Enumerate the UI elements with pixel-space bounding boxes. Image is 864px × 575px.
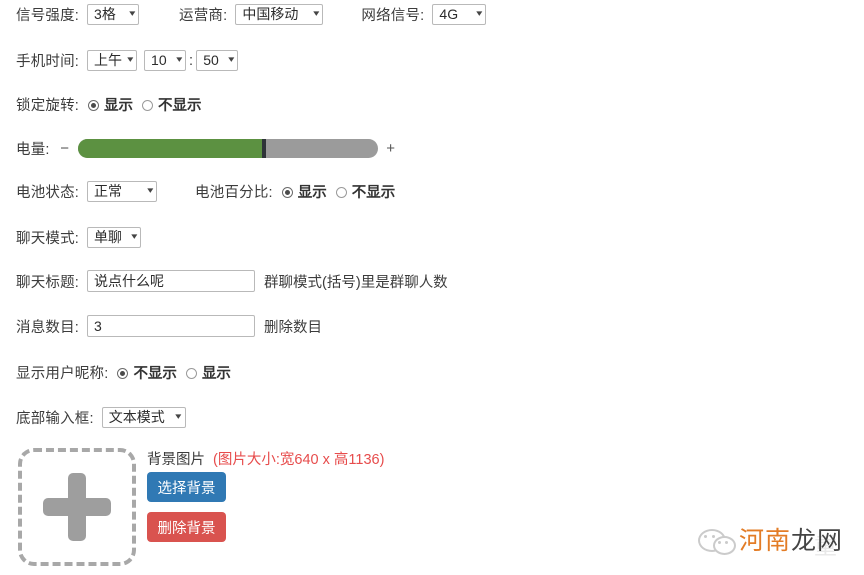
choose-background-button[interactable]: 选择背景 xyxy=(147,472,226,502)
bottom-input-label: 底部输入框: xyxy=(16,411,94,427)
time-ampm-select[interactable]: 上午 ▾ xyxy=(87,50,138,71)
time-hour-select[interactable]: 10 ▾ xyxy=(144,50,187,71)
signal-strength-select[interactable]: 3格 ▾ xyxy=(87,4,140,25)
carrier-label: 运营商: xyxy=(179,8,228,24)
bottom-input-select[interactable]: 文本模式 ▾ xyxy=(101,407,186,428)
chat-title-row: 聊天标题: 群聊模式(括号)里是群聊人数 xyxy=(16,270,448,292)
chevron-down-icon: ▾ xyxy=(128,8,135,18)
message-count-row: 消息数目: 删除数目 xyxy=(16,315,322,337)
show-nickname-show-radio[interactable] xyxy=(185,368,197,379)
time-separator: : xyxy=(189,52,194,69)
battery-level-row: 电量: − + xyxy=(16,138,398,159)
lock-rotation-show-radio[interactable] xyxy=(88,100,100,111)
lock-rotation-radio-group: 显示 不显示 xyxy=(88,94,202,115)
chevron-down-icon: ▾ xyxy=(313,8,320,18)
show-nickname-hide-radio[interactable] xyxy=(117,368,129,379)
wechat-dot xyxy=(718,541,721,544)
time-ampm-value: 上午 xyxy=(94,52,123,68)
show-nickname-row: 显示用户昵称: 不显示 显示 xyxy=(16,362,231,383)
chevron-down-icon: ▾ xyxy=(227,54,235,64)
show-nickname-show-label[interactable]: 显示 xyxy=(202,362,231,383)
wechat-bubble-small xyxy=(713,536,736,555)
battery-percent-show-label[interactable]: 显示 xyxy=(298,181,327,202)
network-signal-label: 网络信号: xyxy=(361,8,425,24)
phone-time-label: 手机时间: xyxy=(16,54,80,70)
battery-percent-label: 电池百分比: xyxy=(195,185,273,201)
plus-icon-vertical-bar xyxy=(68,473,86,541)
battery-state-row: 电池状态: 正常 ▾ 电池百分比: 显示 不显示 xyxy=(16,181,395,202)
chevron-down-icon: ▾ xyxy=(146,185,153,195)
chevron-down-icon: ▾ xyxy=(175,411,182,421)
chevron-down-icon: ▾ xyxy=(126,54,133,64)
battery-percent-radio-group: 显示 不显示 xyxy=(281,181,396,202)
chat-title-hint: 群聊模式(括号)里是群聊人数 xyxy=(264,274,448,291)
message-count-input[interactable] xyxy=(87,315,256,337)
wechat-dot xyxy=(704,535,707,538)
chat-mode-value: 单聊 xyxy=(94,229,123,245)
chat-title-input[interactable] xyxy=(87,270,256,292)
background-image-label-wrap: 背景图片 (图片大小:宽640 x 高1136) xyxy=(147,448,384,469)
watermark-brand-dark: 龙网 xyxy=(791,526,844,555)
background-size-hint: (图片大小:宽640 x 高1136) xyxy=(213,452,385,468)
chevron-down-icon: ▾ xyxy=(130,231,137,241)
show-nickname-radio-group: 不显示 显示 xyxy=(117,362,231,383)
signal-strength-value: 3格 xyxy=(94,6,116,22)
slider-thumb[interactable] xyxy=(261,139,266,158)
chevron-down-icon: ▾ xyxy=(476,8,483,18)
battery-level-slider[interactable] xyxy=(77,139,378,158)
signal-strength-label: 信号强度: xyxy=(16,8,80,24)
battery-decrease-icon[interactable]: − xyxy=(58,140,72,157)
battery-percent-hide-radio[interactable] xyxy=(335,187,347,198)
delete-background-button[interactable]: 删除背景 xyxy=(147,512,226,542)
lock-rotation-hide-radio[interactable] xyxy=(142,100,154,111)
battery-slider-wrap: − + xyxy=(58,139,398,158)
battery-level-label: 电量: xyxy=(16,142,50,158)
bottom-input-row: 底部输入框: 文本模式 ▾ xyxy=(16,407,186,428)
wechat-logo-icon xyxy=(697,524,739,558)
signal-row: 信号强度: 3格 ▾ 运营商: 中国移动 ▾ 网络信号: 4G ▾ xyxy=(16,4,487,25)
battery-percent-show-radio[interactable] xyxy=(281,187,293,198)
show-nickname-label: 显示用户昵称: xyxy=(16,366,109,382)
wechat-dot xyxy=(712,535,715,538)
show-nickname-hide-label[interactable]: 不显示 xyxy=(133,362,177,383)
lock-rotation-hide-label[interactable]: 不显示 xyxy=(158,94,202,115)
chat-mode-select[interactable]: 单聊 ▾ xyxy=(87,227,142,248)
watermark-brand-orange: 河南 xyxy=(739,526,792,555)
battery-increase-icon[interactable]: + xyxy=(384,140,398,157)
message-count-label: 消息数目: xyxy=(16,319,80,336)
time-minute-value: 50 xyxy=(203,52,219,68)
lock-rotation-row: 锁定旋转: 显示 不显示 xyxy=(16,94,202,115)
watermark-brand-text: 河南龙网 xyxy=(739,526,844,555)
phone-time-row: 手机时间: 上午 ▾ 10 ▾ : 50 ▾ xyxy=(16,50,239,71)
time-minute-select[interactable]: 50 ▾ xyxy=(196,50,239,71)
chat-mode-label: 聊天模式: xyxy=(16,231,80,247)
lock-rotation-show-label[interactable]: 显示 xyxy=(104,94,133,115)
chat-mode-row: 聊天模式: 单聊 ▾ xyxy=(16,227,142,248)
background-image-label: 背景图片 xyxy=(147,452,205,468)
battery-state-label: 电池状态: xyxy=(16,185,80,201)
carrier-value: 中国移动 xyxy=(242,6,299,22)
wechat-dot xyxy=(725,541,728,544)
chevron-down-icon: ▾ xyxy=(175,54,182,64)
carrier-select[interactable]: 中国移动 ▾ xyxy=(235,4,324,25)
slider-fill xyxy=(77,139,264,158)
plus-icon xyxy=(43,473,111,541)
background-upload-dropzone[interactable] xyxy=(18,448,136,566)
bottom-input-value: 文本模式 xyxy=(108,409,165,425)
phone-mockup-settings-form: 信号强度: 3格 ▾ 运营商: 中国移动 ▾ 网络信号: 4G ▾ 手机时间: … xyxy=(0,0,864,575)
site-watermark: 河南龙网 xyxy=(697,524,843,558)
network-signal-value: 4G xyxy=(439,6,459,22)
chat-title-label: 聊天标题: xyxy=(16,274,80,291)
battery-state-value: 正常 xyxy=(94,183,123,199)
battery-state-select[interactable]: 正常 ▾ xyxy=(87,181,158,202)
message-count-hint: 删除数目 xyxy=(264,319,323,336)
battery-percent-hide-label[interactable]: 不显示 xyxy=(352,181,396,202)
lock-rotation-label: 锁定旋转: xyxy=(16,98,80,114)
network-signal-select[interactable]: 4G ▾ xyxy=(432,4,487,25)
time-hour-value: 10 xyxy=(151,52,167,68)
